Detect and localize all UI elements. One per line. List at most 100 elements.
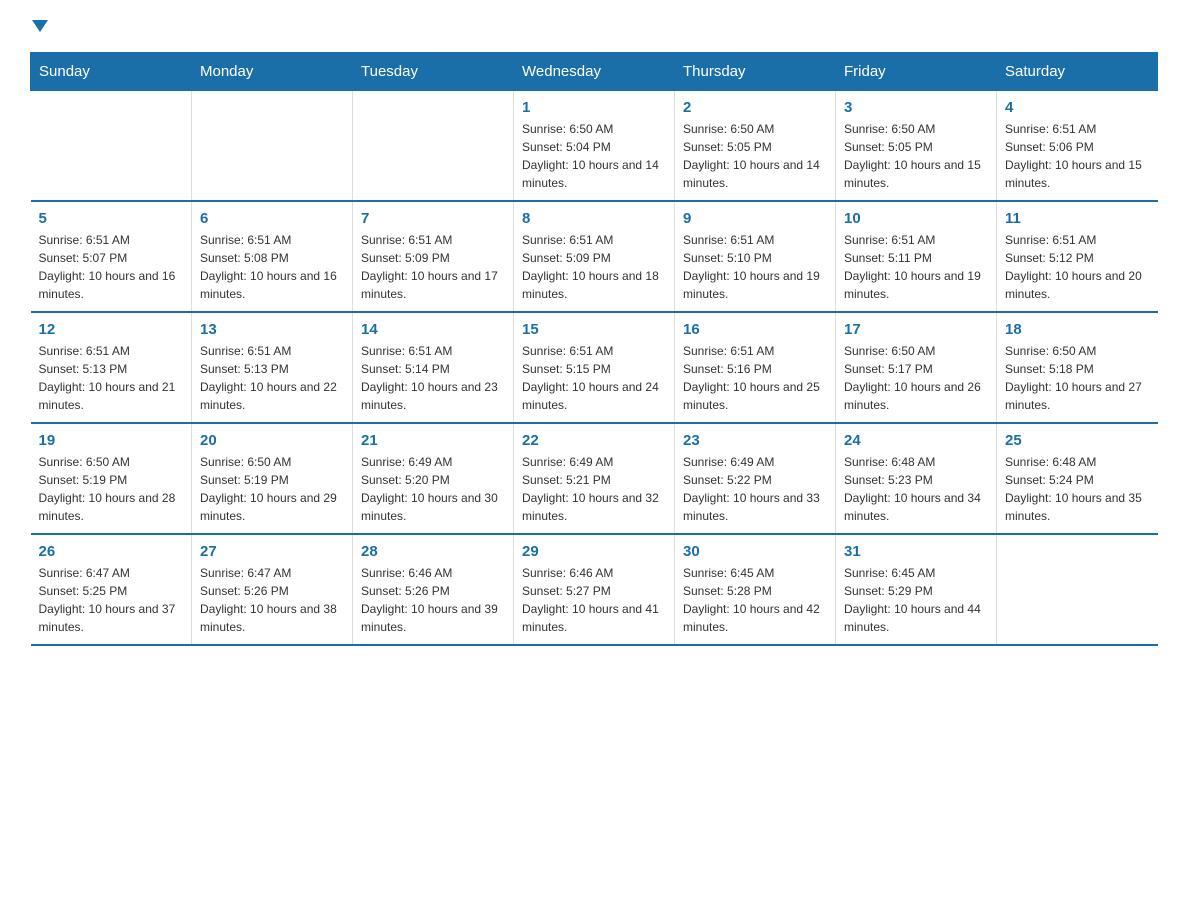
calendar-cell: 22 Sunrise: 6:49 AMSunset: 5:21 PMDayligh… [514,423,675,534]
day-number: 26 [39,543,184,560]
day-info: Sunrise: 6:50 AMSunset: 5:19 PMDaylight:… [200,453,344,525]
day-info: Sunrise: 6:47 AMSunset: 5:26 PMDaylight:… [200,564,344,636]
day-number: 11 [1005,210,1150,227]
day-number: 12 [39,321,184,338]
calendar-week-row: 26 Sunrise: 6:47 AMSunset: 5:25 PMDayligh… [31,534,1158,645]
day-info: Sunrise: 6:46 AMSunset: 5:27 PMDaylight:… [522,564,666,636]
calendar-cell: 27 Sunrise: 6:47 AMSunset: 5:26 PMDayligh… [192,534,353,645]
day-header-monday: Monday [192,53,353,91]
calendar-week-row: 12 Sunrise: 6:51 AMSunset: 5:13 PMDayligh… [31,312,1158,423]
day-info: Sunrise: 6:46 AMSunset: 5:26 PMDaylight:… [361,564,505,636]
day-number: 15 [522,321,666,338]
day-info: Sunrise: 6:51 AMSunset: 5:11 PMDaylight:… [844,231,988,303]
day-info: Sunrise: 6:51 AMSunset: 5:13 PMDaylight:… [200,342,344,414]
day-info: Sunrise: 6:51 AMSunset: 5:12 PMDaylight:… [1005,231,1150,303]
calendar-cell: 12 Sunrise: 6:51 AMSunset: 5:13 PMDayligh… [31,312,192,423]
calendar-table: SundayMondayTuesdayWednesdayThursdayFrid… [30,52,1158,646]
calendar-cell: 25Sunrise: 6:48 AMSunset: 5:24 PMDayligh… [997,423,1158,534]
calendar-cell: 31Sunrise: 6:45 AMSunset: 5:29 PMDayligh… [836,534,997,645]
day-info: Sunrise: 6:51 AMSunset: 5:13 PMDaylight:… [39,342,184,414]
calendar-cell: 30 Sunrise: 6:45 AMSunset: 5:28 PMDayligh… [675,534,836,645]
day-header-saturday: Saturday [997,53,1158,91]
day-header-thursday: Thursday [675,53,836,91]
calendar-cell: 3 Sunrise: 6:50 AMSunset: 5:05 PMDaylight… [836,91,997,202]
day-number: 1 [522,99,666,116]
day-number: 20 [200,432,344,449]
day-info: Sunrise: 6:48 AMSunset: 5:24 PMDaylight:… [1005,453,1150,525]
calendar-cell: 17 Sunrise: 6:50 AMSunset: 5:17 PMDayligh… [836,312,997,423]
calendar-cell: 29 Sunrise: 6:46 AMSunset: 5:27 PMDayligh… [514,534,675,645]
calendar-week-row: 1Sunrise: 6:50 AMSunset: 5:04 PMDaylight… [31,91,1158,202]
day-number: 7 [361,210,505,227]
calendar-cell: 26 Sunrise: 6:47 AMSunset: 5:25 PMDayligh… [31,534,192,645]
day-number: 6 [200,210,344,227]
calendar-cell: 11 Sunrise: 6:51 AMSunset: 5:12 PMDayligh… [997,201,1158,312]
day-info: Sunrise: 6:45 AMSunset: 5:28 PMDaylight:… [683,564,827,636]
logo-triangle-icon [32,20,48,32]
day-number: 23 [683,432,827,449]
calendar-cell: 2 Sunrise: 6:50 AMSunset: 5:05 PMDaylight… [675,91,836,202]
day-number: 19 [39,432,184,449]
calendar-header: SundayMondayTuesdayWednesdayThursdayFrid… [31,53,1158,91]
calendar-cell: 18 Sunrise: 6:50 AMSunset: 5:18 PMDayligh… [997,312,1158,423]
day-info: Sunrise: 6:50 AMSunset: 5:05 PMDaylight:… [683,120,827,192]
day-info: Sunrise: 6:51 AMSunset: 5:14 PMDaylight:… [361,342,505,414]
calendar-cell: 7 Sunrise: 6:51 AMSunset: 5:09 PMDaylight… [353,201,514,312]
day-header-sunday: Sunday [31,53,192,91]
day-info: Sunrise: 6:51 AMSunset: 5:16 PMDaylight:… [683,342,827,414]
day-number: 17 [844,321,988,338]
day-number: 30 [683,543,827,560]
day-info: Sunrise: 6:49 AMSunset: 5:21 PMDaylight:… [522,453,666,525]
calendar-cell: 10 Sunrise: 6:51 AMSunset: 5:11 PMDayligh… [836,201,997,312]
day-info: Sunrise: 6:51 AMSunset: 5:08 PMDaylight:… [200,231,344,303]
calendar-cell: 14 Sunrise: 6:51 AMSunset: 5:14 PMDayligh… [353,312,514,423]
day-info: Sunrise: 6:51 AMSunset: 5:09 PMDaylight:… [361,231,505,303]
calendar-cell: 21Sunrise: 6:49 AMSunset: 5:20 PMDayligh… [353,423,514,534]
day-number: 27 [200,543,344,560]
day-number: 13 [200,321,344,338]
day-header-wednesday: Wednesday [514,53,675,91]
calendar-cell: 13 Sunrise: 6:51 AMSunset: 5:13 PMDayligh… [192,312,353,423]
day-info: Sunrise: 6:51 AMSunset: 5:09 PMDaylight:… [522,231,666,303]
logo [30,20,48,32]
day-info: Sunrise: 6:49 AMSunset: 5:22 PMDaylight:… [683,453,827,525]
day-number: 5 [39,210,184,227]
day-info: Sunrise: 6:51 AMSunset: 5:06 PMDaylight:… [1005,120,1150,192]
day-number: 10 [844,210,988,227]
day-number: 18 [1005,321,1150,338]
calendar-cell: 15Sunrise: 6:51 AMSunset: 5:15 PMDayligh… [514,312,675,423]
day-info: Sunrise: 6:50 AMSunset: 5:17 PMDaylight:… [844,342,988,414]
day-headers-row: SundayMondayTuesdayWednesdayThursdayFrid… [31,53,1158,91]
day-header-tuesday: Tuesday [353,53,514,91]
page-header [30,20,1158,32]
day-number: 14 [361,321,505,338]
day-number: 8 [522,210,666,227]
calendar-cell: 28Sunrise: 6:46 AMSunset: 5:26 PMDayligh… [353,534,514,645]
day-info: Sunrise: 6:50 AMSunset: 5:18 PMDaylight:… [1005,342,1150,414]
calendar-cell: 20 Sunrise: 6:50 AMSunset: 5:19 PMDayligh… [192,423,353,534]
calendar-cell [31,91,192,202]
day-number: 4 [1005,99,1150,116]
day-number: 2 [683,99,827,116]
day-info: Sunrise: 6:47 AMSunset: 5:25 PMDaylight:… [39,564,184,636]
day-info: Sunrise: 6:51 AMSunset: 5:10 PMDaylight:… [683,231,827,303]
calendar-cell: 16Sunrise: 6:51 AMSunset: 5:16 PMDayligh… [675,312,836,423]
day-number: 22 [522,432,666,449]
calendar-cell: 1Sunrise: 6:50 AMSunset: 5:04 PMDaylight… [514,91,675,202]
day-info: Sunrise: 6:50 AMSunset: 5:19 PMDaylight:… [39,453,184,525]
calendar-cell: 24Sunrise: 6:48 AMSunset: 5:23 PMDayligh… [836,423,997,534]
calendar-cell [192,91,353,202]
day-info: Sunrise: 6:50 AMSunset: 5:05 PMDaylight:… [844,120,988,192]
calendar-cell [997,534,1158,645]
calendar-cell: 19 Sunrise: 6:50 AMSunset: 5:19 PMDayligh… [31,423,192,534]
day-number: 3 [844,99,988,116]
calendar-cell: 23 Sunrise: 6:49 AMSunset: 5:22 PMDayligh… [675,423,836,534]
day-number: 9 [683,210,827,227]
calendar-cell: 5 Sunrise: 6:51 AMSunset: 5:07 PMDaylight… [31,201,192,312]
calendar-week-row: 5 Sunrise: 6:51 AMSunset: 5:07 PMDaylight… [31,201,1158,312]
calendar-week-row: 19 Sunrise: 6:50 AMSunset: 5:19 PMDayligh… [31,423,1158,534]
day-info: Sunrise: 6:51 AMSunset: 5:07 PMDaylight:… [39,231,184,303]
day-number: 29 [522,543,666,560]
day-number: 24 [844,432,988,449]
calendar-body: 1Sunrise: 6:50 AMSunset: 5:04 PMDaylight… [31,91,1158,646]
